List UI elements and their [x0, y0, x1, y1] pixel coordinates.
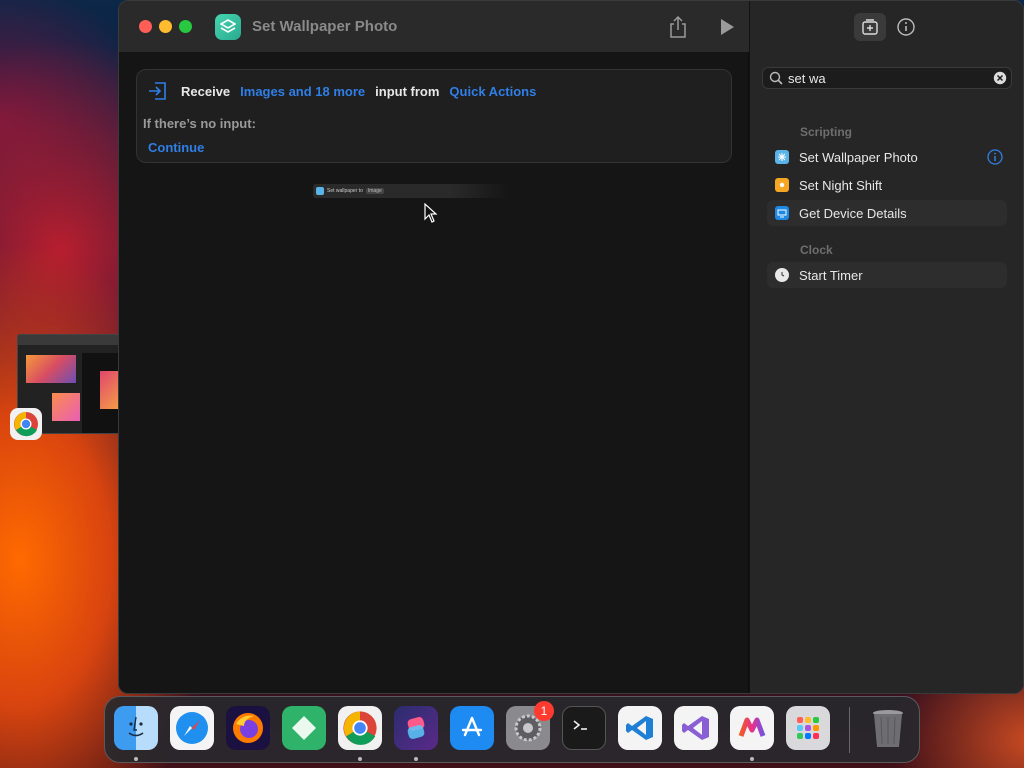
receive-label: Receive	[181, 84, 231, 99]
action-start-timer[interactable]: Start Timer	[767, 262, 1007, 288]
receive-input-icon	[147, 80, 169, 102]
chrome-app-icon[interactable]	[10, 408, 42, 440]
action-label: Set Night Shift	[799, 177, 883, 193]
clear-search-icon[interactable]	[993, 71, 1007, 85]
timer-icon	[775, 268, 789, 282]
minimize-button[interactable]	[159, 20, 172, 33]
share-icon[interactable]	[667, 15, 689, 39]
vscode-icon[interactable]	[618, 706, 662, 750]
finder-icon[interactable]	[114, 706, 158, 750]
close-button[interactable]	[139, 20, 152, 33]
section-header-scripting: Scripting	[800, 125, 853, 139]
mouse-pointer-icon	[424, 202, 438, 223]
launchpad-icon[interactable]	[786, 706, 830, 750]
no-input-action-token[interactable]: Continue	[148, 140, 204, 155]
action-search-field[interactable]	[762, 67, 1012, 89]
input-from-label: input from	[375, 84, 440, 99]
action-set-night-shift[interactable]: Set Night Shift	[767, 172, 1007, 198]
drag-preview-label: Set wallpaper to	[327, 188, 363, 194]
action-library-sidebar: Scripting Set Wallpaper Photo Set Night …	[749, 1, 1023, 693]
device-icon	[775, 206, 789, 220]
play-icon[interactable]	[717, 17, 737, 37]
notification-badge: 1	[534, 701, 554, 721]
dock-separator	[849, 707, 850, 753]
title-bar: Set Wallpaper Photo	[119, 1, 749, 53]
action-set-wallpaper-photo[interactable]: Set Wallpaper Photo	[767, 144, 1007, 170]
trash-icon[interactable]	[866, 706, 910, 750]
shortcuts-window: Set Wallpaper Photo Receive Images and 1…	[118, 0, 1024, 694]
wallpaper-icon	[316, 187, 324, 195]
search-icon	[769, 71, 783, 85]
section-header-clock: Clock	[800, 243, 833, 257]
app-store-icon[interactable]	[450, 706, 494, 750]
action-label: Get Device Details	[799, 205, 907, 221]
dragged-action-preview[interactable]: Set wallpaper to Image	[313, 184, 509, 198]
microsoft-office-icon[interactable]	[730, 706, 774, 750]
info-icon[interactable]	[987, 149, 1003, 165]
night-shift-icon	[775, 178, 789, 192]
receive-input-action[interactable]: Receive Images and 18 more input from Qu…	[136, 69, 732, 163]
chrome-icon[interactable]	[338, 706, 382, 750]
zoom-button[interactable]	[179, 20, 192, 33]
wallpaper-icon	[775, 150, 789, 164]
action-label: Set Wallpaper Photo	[799, 149, 918, 165]
window-title[interactable]: Set Wallpaper Photo	[252, 18, 397, 35]
action-library-icon[interactable]	[854, 13, 886, 41]
input-source-token[interactable]: Quick Actions	[449, 84, 536, 99]
shortcut-editor[interactable]: Receive Images and 18 more input from Qu…	[119, 53, 749, 693]
dock	[104, 696, 920, 763]
input-types-token[interactable]: Images and 18 more	[240, 84, 365, 99]
shortcut-icon[interactable]	[215, 14, 241, 40]
drag-preview-value: Image	[365, 188, 384, 194]
safari-icon[interactable]	[170, 706, 214, 750]
no-input-label: If there’s no input:	[143, 116, 256, 131]
action-label: Start Timer	[799, 267, 863, 283]
action-get-device-details[interactable]: Get Device Details	[767, 200, 1007, 226]
tailscale-icon[interactable]	[282, 706, 326, 750]
shortcuts-icon[interactable]	[394, 706, 438, 750]
firefox-icon[interactable]	[226, 706, 270, 750]
search-input[interactable]	[788, 70, 978, 86]
visual-studio-icon[interactable]	[674, 706, 718, 750]
terminal-icon[interactable]	[562, 706, 606, 750]
info-icon[interactable]	[896, 17, 916, 37]
